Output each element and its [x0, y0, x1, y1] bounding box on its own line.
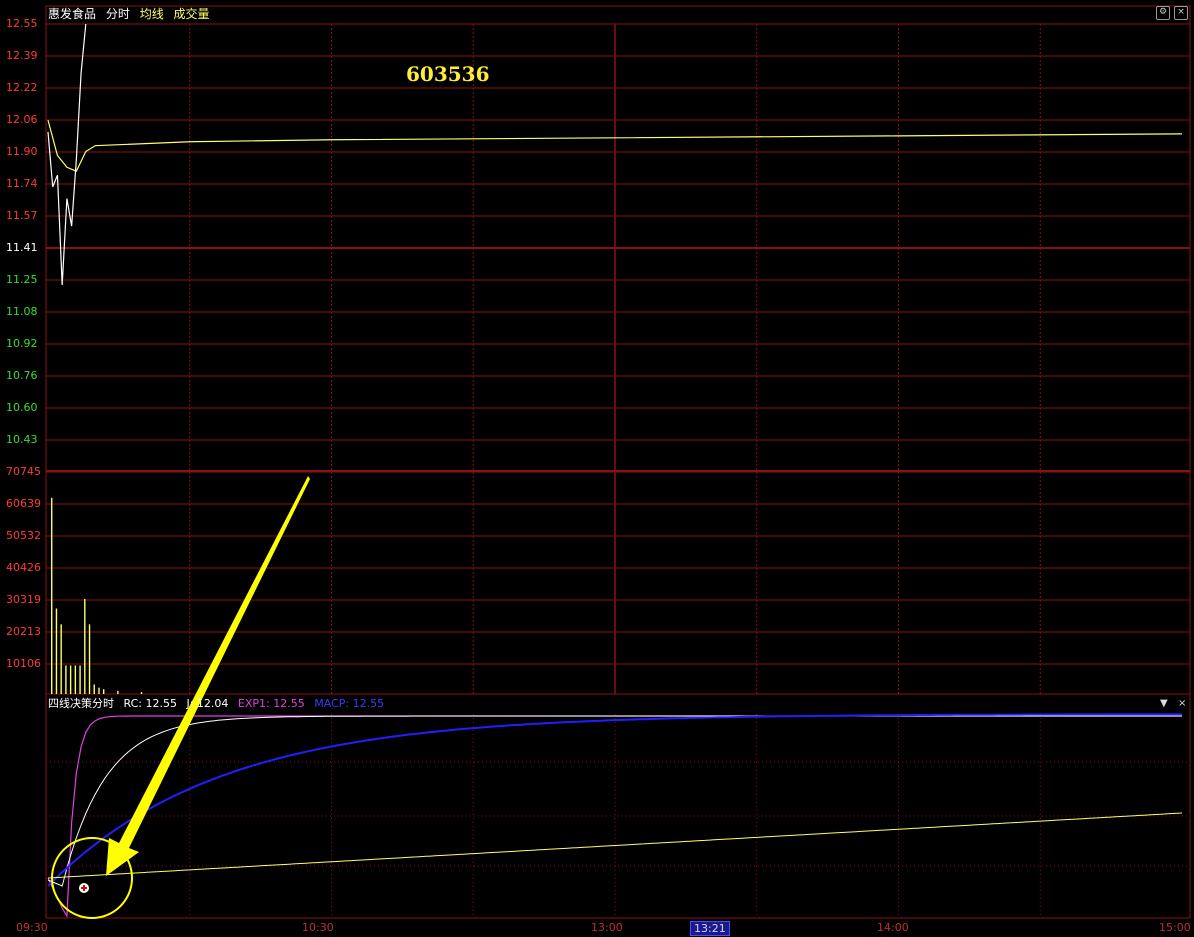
price-tick: 11.25 [6, 273, 38, 286]
volume-tick: 10106 [6, 657, 41, 670]
indicator-header: 四线决策分时 RC: 12.55 J: 12.04 EXP1: 12.55 MA… [48, 697, 390, 711]
stock-code: 603536 [406, 62, 490, 86]
volume-tick: 30319 [6, 593, 41, 606]
mode-label[interactable]: 分时 [106, 7, 130, 21]
price-tick: 10.76 [6, 369, 38, 382]
price-tick: 11.08 [6, 305, 38, 318]
rc-line [47, 715, 1182, 887]
price-tick: 12.55 [6, 17, 38, 30]
volume-tick: 40426 [6, 561, 41, 574]
time-tick: 15:00 [1159, 921, 1191, 934]
price-tick: 10.92 [6, 337, 38, 350]
price-tick: 12.22 [6, 81, 38, 94]
price-tick: 12.39 [6, 49, 38, 62]
price-tick: 10.60 [6, 401, 38, 414]
price-line [47, 23, 87, 286]
rc-value: RC: 12.55 [123, 697, 177, 710]
time-tick: 14:00 [877, 921, 909, 934]
price-tick: 11.90 [6, 145, 38, 158]
indicator-lines [47, 713, 1183, 919]
intraday-chart[interactable] [0, 0, 1194, 937]
j-value: J: 12.04 [186, 697, 229, 710]
volume-tick: 20213 [6, 625, 41, 638]
macp-value: MACP: 12.55 [314, 697, 385, 710]
macp-line [47, 713, 1182, 887]
price-tick: 11.74 [6, 177, 38, 190]
price-tick: 10.43 [6, 433, 38, 446]
time-tick: 10:30 [302, 921, 334, 934]
volume-label: 成交量 [173, 7, 210, 21]
chart-frame [45, 5, 1191, 919]
price-tick: 11.41 [6, 241, 38, 254]
time-tick: 09:30 [16, 921, 48, 934]
avg-line-label: 均线 [139, 7, 164, 21]
price-tick: 11.57 [6, 209, 38, 222]
stock-name: 惠发食品 [48, 7, 97, 21]
price-tick: 12.06 [6, 113, 38, 126]
volume-tick: 60639 [6, 497, 41, 510]
time-tick: 13:00 [591, 921, 623, 934]
chart-header: 惠发食品 分时 均线 成交量 [48, 6, 216, 22]
grid [45, 5, 1191, 919]
exp1-value: EXP1: 12.55 [237, 697, 305, 710]
close-icon[interactable]: × [1174, 6, 1188, 20]
indicator-name[interactable]: 四线决策分时 [48, 697, 114, 710]
volume-tick: 50532 [6, 529, 41, 542]
cursor-time: 13:21 [690, 921, 730, 936]
indicator-close-icon[interactable]: × [1178, 698, 1186, 709]
gear-icon[interactable]: ⚙ [1156, 6, 1170, 20]
chevron-down-icon[interactable]: ▼ [1160, 698, 1168, 709]
volume-tick: 70745 [6, 465, 41, 478]
volume-bars [51, 497, 143, 694]
